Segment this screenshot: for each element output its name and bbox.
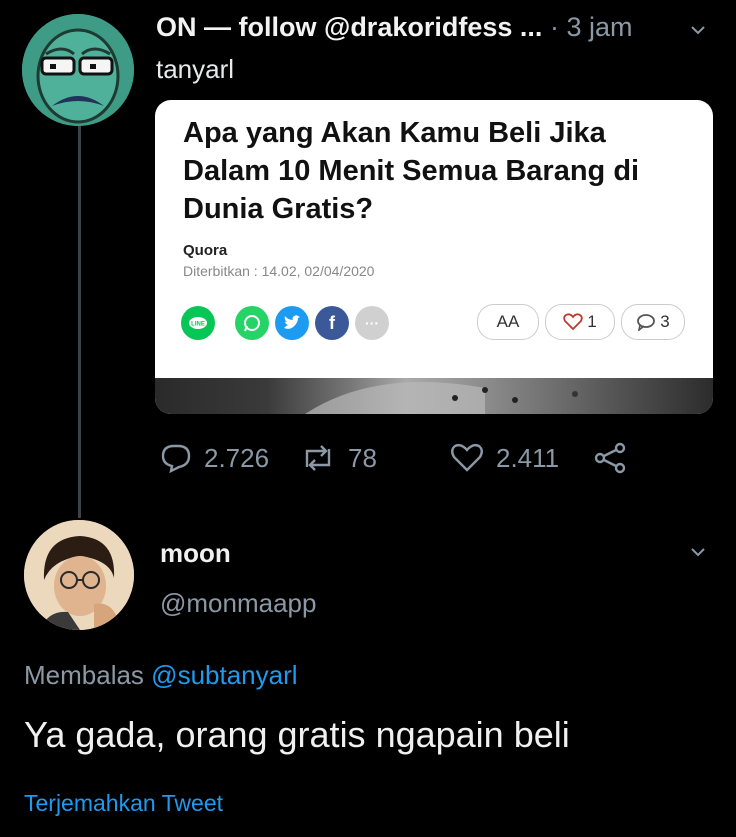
whatsapp-icon[interactable] bbox=[235, 306, 269, 340]
retweet-button[interactable]: 78 bbox=[300, 440, 377, 476]
reply-mention-link[interactable]: @subtanyarl bbox=[151, 660, 297, 690]
card-published-date: Diterbitkan : 14.02, 02/04/2020 bbox=[183, 263, 375, 279]
handle[interactable]: @monmaapp bbox=[160, 588, 316, 619]
display-name[interactable]: moon bbox=[160, 538, 231, 569]
share-icon[interactable] bbox=[594, 442, 628, 479]
font-size-label: AA bbox=[496, 312, 520, 331]
reply-prefix: Membalas bbox=[24, 660, 144, 690]
name-ellipsis: ... bbox=[519, 12, 543, 42]
facebook-icon[interactable]: f bbox=[315, 306, 349, 340]
reply-count: 2.726 bbox=[204, 442, 270, 473]
card-comment-button[interactable]: 3 bbox=[621, 304, 685, 340]
tweet-text: Ya gada, orang gratis ngapain beli bbox=[24, 714, 570, 755]
reply-button[interactable]: 2.726 bbox=[160, 440, 269, 476]
heart-icon bbox=[563, 313, 583, 331]
translate-tweet-link[interactable]: Terjemahkan Tweet bbox=[24, 790, 223, 817]
tweet-menu-chevron-icon[interactable] bbox=[690, 544, 706, 565]
card-thumbnail-image bbox=[155, 378, 713, 414]
fish-avatar-icon bbox=[22, 14, 134, 126]
card-like-button[interactable]: 1 bbox=[545, 304, 615, 340]
card-source: Quora bbox=[183, 242, 228, 259]
reply-context: Membalas @subtanyarl bbox=[24, 660, 298, 691]
display-name[interactable]: ON — follow @drakoridfess bbox=[156, 12, 512, 42]
card-title: Apa yang Akan Kamu Beli Jika Dalam 10 Me… bbox=[183, 117, 640, 225]
svg-text:LINE: LINE bbox=[191, 322, 205, 328]
profile-photo bbox=[24, 520, 134, 630]
retweet-icon bbox=[305, 445, 331, 471]
like-count: 2.411 bbox=[496, 442, 560, 473]
retweet-count: 78 bbox=[348, 442, 377, 473]
card-comment-count: 3 bbox=[660, 312, 670, 331]
card-like-count: 1 bbox=[587, 312, 597, 331]
avatar[interactable] bbox=[22, 14, 134, 126]
link-card[interactable]: Apa yang Akan Kamu Beli Jika Dalam 10 Me… bbox=[155, 100, 713, 414]
separator-dot: · bbox=[549, 12, 559, 42]
thread-connector-line bbox=[78, 126, 81, 518]
tweet-time[interactable]: 3 jam bbox=[566, 12, 632, 42]
tweet-header: ON — follow @drakoridfess ... · 3 jam bbox=[156, 12, 632, 43]
avatar[interactable] bbox=[24, 520, 134, 630]
handle[interactable]: tanyarl bbox=[156, 54, 234, 85]
like-button[interactable]: 2.411 bbox=[450, 440, 559, 476]
font-size-button[interactable]: AA bbox=[477, 304, 539, 340]
heart-icon bbox=[451, 443, 483, 472]
twitter-icon[interactable] bbox=[275, 306, 309, 340]
reply-icon bbox=[161, 444, 191, 473]
tweet-menu-chevron-icon[interactable] bbox=[690, 22, 706, 43]
line-icon[interactable]: LINE bbox=[181, 306, 215, 340]
more-icon[interactable]: ··· bbox=[355, 306, 389, 340]
comment-icon bbox=[637, 314, 656, 331]
